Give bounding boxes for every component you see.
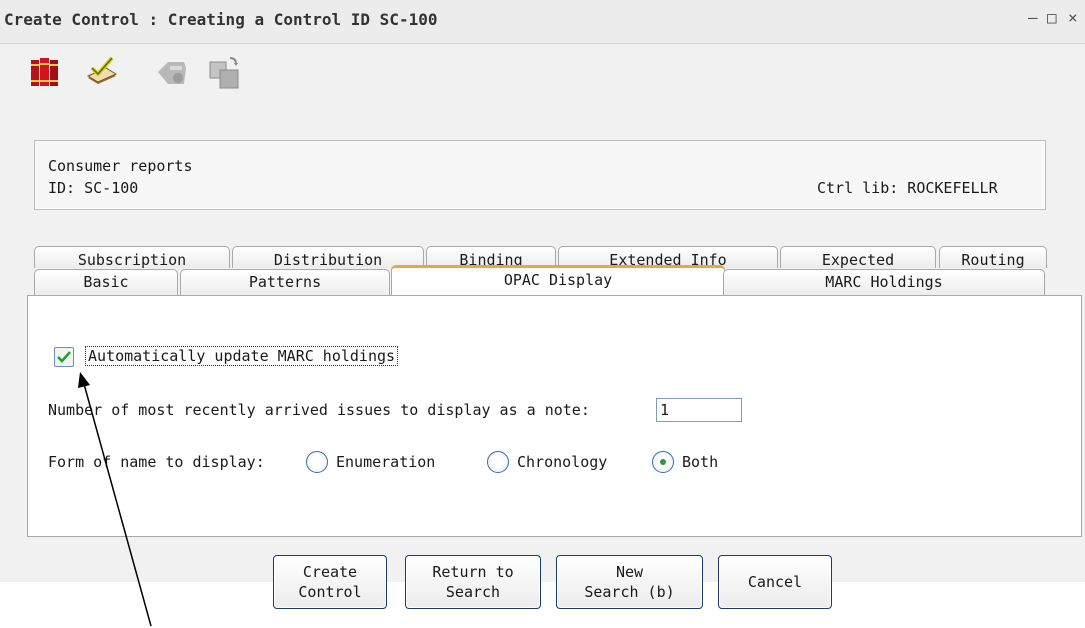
tab-routing[interactable]: Routing: [939, 246, 1047, 268]
radio-chronology[interactable]: [487, 451, 509, 473]
radio-both-label[interactable]: Both: [682, 453, 718, 471]
radio-chronology-label[interactable]: Chronology: [517, 453, 607, 471]
radio-enumeration-label[interactable]: Enumeration: [336, 453, 435, 471]
radio-selected-dot: [660, 459, 666, 465]
checkmark-icon: [57, 351, 71, 363]
window-title: Create Control : Creating a Control ID S…: [4, 10, 438, 29]
edit-check-icon[interactable]: [84, 54, 120, 90]
tab-subscription[interactable]: Subscription: [34, 246, 230, 268]
books-icon[interactable]: [28, 54, 64, 90]
tab-basic[interactable]: Basic: [34, 269, 178, 296]
return-button-line1: Return to: [432, 563, 514, 581]
minimize-button[interactable]: –: [1028, 8, 1038, 27]
create-control-button[interactable]: Create Control: [273, 555, 387, 609]
create-control-window: Create Control : Creating a Control ID S…: [0, 0, 1085, 609]
hand-icon: [158, 62, 186, 84]
cancel-button[interactable]: Cancel: [718, 555, 832, 609]
return-button-line2: Search: [445, 583, 501, 601]
tab-patterns[interactable]: Patterns: [180, 269, 390, 296]
new-button-line2: Search (b): [584, 583, 675, 601]
create-button-line1: Create: [302, 563, 358, 581]
maximize-button[interactable]: □: [1047, 8, 1057, 27]
issues-count-input[interactable]: [656, 398, 742, 422]
radio-both[interactable]: [652, 451, 674, 473]
auto-update-checkbox[interactable]: [54, 347, 74, 367]
copy-icon: [209, 57, 239, 89]
issues-count-label: Number of most recently arrived issues t…: [48, 401, 590, 419]
new-button-line1: New: [615, 563, 644, 581]
new-search-button[interactable]: New Search (b): [556, 555, 703, 609]
control-info-box: Consumer reports ID: SC-100 Ctrl lib: RO…: [34, 140, 1046, 210]
control-id-text: ID: SC-100: [48, 179, 139, 197]
close-button[interactable]: ×: [1068, 8, 1078, 27]
radio-enumeration[interactable]: [306, 451, 328, 473]
ctrl-lib-text: Ctrl lib: ROCKEFELLR: [817, 179, 998, 197]
create-button-line2: Control: [298, 583, 362, 601]
tab-expected[interactable]: Expected: [780, 246, 936, 268]
title-bar: Create Control : Creating a Control ID S…: [0, 0, 1085, 44]
title-text: Consumer reports: [48, 157, 193, 175]
return-to-search-button[interactable]: Return to Search: [405, 555, 541, 609]
tab-opac-display[interactable]: OPAC Display: [391, 265, 725, 297]
auto-update-label[interactable]: Automatically update MARC holdings: [84, 346, 399, 366]
form-of-name-label: Form of name to display:: [48, 453, 265, 471]
tab-marc-holdings[interactable]: MARC Holdings: [723, 269, 1045, 296]
